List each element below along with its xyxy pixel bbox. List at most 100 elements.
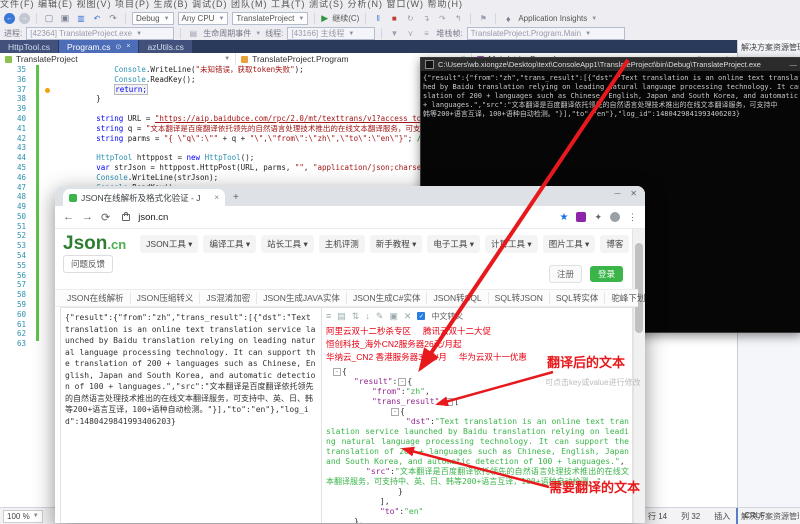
chinese-escape-checkbox[interactable]: ✓ bbox=[417, 312, 426, 320]
chevron-down-icon: ▼ bbox=[585, 30, 592, 37]
json-tool-tab[interactable]: JSON转SQL bbox=[427, 292, 489, 304]
collapse-toggle-icon[interactable]: - bbox=[445, 398, 454, 406]
panel-tool-icon[interactable]: ▣ bbox=[389, 311, 398, 322]
browser-menu-icon[interactable]: ⋮ bbox=[628, 212, 637, 223]
register-button[interactable]: 注册 bbox=[548, 265, 582, 283]
ad-link[interactable]: 阿里云双十二秒杀专区 bbox=[326, 326, 411, 336]
ad-link[interactable]: 恒创科技_海外CN2服务器26元/月起 bbox=[326, 339, 462, 349]
panel-tool-icon[interactable]: ↓ bbox=[365, 311, 370, 321]
ad-link[interactable]: 腾讯云双十二大促 bbox=[423, 326, 491, 336]
json-tool-tab[interactable]: 驼峰下划线互转 bbox=[605, 292, 645, 304]
browser-tab[interactable]: JSON在线解析及格式化验证 - J × bbox=[63, 189, 225, 206]
bookmark-star-icon[interactable]: ★ bbox=[559, 212, 568, 223]
close-icon[interactable]: ✕ bbox=[630, 189, 637, 198]
redo-icon[interactable]: ↷ bbox=[107, 13, 119, 25]
tab-pin-icon[interactable]: ⊙ bbox=[116, 43, 122, 51]
step-into-icon[interactable]: ↴ bbox=[420, 13, 432, 25]
restart-icon[interactable]: ↻ bbox=[404, 13, 416, 25]
collapse-toggle-icon[interactable]: - bbox=[333, 368, 341, 376]
json-tool-tab[interactable]: JSON生成JAVA实体 bbox=[257, 292, 347, 304]
navigate-forward-icon[interactable]: → bbox=[19, 13, 30, 24]
filter-icon[interactable]: ▼ bbox=[388, 28, 400, 40]
editor-zoom-dropdown[interactable]: 100 % ▼ bbox=[3, 509, 43, 523]
profile-avatar[interactable] bbox=[610, 212, 620, 222]
save-icon[interactable]: ▥ bbox=[75, 13, 87, 25]
forward-icon[interactable]: → bbox=[82, 211, 93, 223]
json-tool-tab[interactable]: JSON在线解析 bbox=[61, 292, 131, 304]
site-nav-item[interactable]: 博客 bbox=[600, 235, 630, 253]
panel-tool-icon[interactable]: ≡ bbox=[326, 311, 331, 321]
scrollbar-thumb[interactable] bbox=[635, 243, 643, 333]
doc-tab-azutils[interactable]: azUtils.cs bbox=[139, 40, 192, 53]
tab-close-icon[interactable]: × bbox=[126, 43, 130, 50]
solution-explorer-bottom-tab[interactable]: 解决方案资源管理器 bbox=[741, 511, 799, 522]
site-nav-item[interactable]: 新手教程 ▾ bbox=[369, 235, 423, 253]
login-button[interactable]: 登录 bbox=[589, 266, 623, 282]
minimize-icon[interactable]: ─ bbox=[615, 189, 621, 198]
step-out-icon[interactable]: ↰ bbox=[452, 13, 464, 25]
vs-menu-items[interactable]: 文件(F) 编辑(E) 视图(V) 项目(P) 生成(B) 调试(D) 团队(M… bbox=[0, 0, 463, 9]
tab-close-icon[interactable]: × bbox=[214, 193, 219, 202]
project-nav-dropdown[interactable]: TranslateProject ▼ bbox=[0, 53, 237, 65]
navigate-back-icon[interactable]: ← bbox=[4, 13, 15, 24]
ad-link[interactable]: 华为云双十一优惠 bbox=[459, 352, 527, 362]
site-nav-item[interactable]: 主机评测 bbox=[318, 235, 365, 253]
json-tool-tab[interactable]: JSON生成C#实体 bbox=[347, 292, 428, 304]
json-tree-view[interactable]: -{"result": -{"from":"zh", "trans_result":… bbox=[326, 367, 629, 523]
site-nav-item[interactable]: 电子工具 ▾ bbox=[427, 235, 481, 253]
panel-tool-icon[interactable]: ✎ bbox=[376, 311, 384, 322]
undo-icon[interactable]: ↶ bbox=[91, 13, 103, 25]
ssl-lock-icon[interactable] bbox=[122, 211, 131, 221]
site-nav-item[interactable]: JSON工具 ▾ bbox=[140, 235, 199, 253]
json-tool-tab[interactable]: JS混淆加密 bbox=[200, 292, 258, 304]
startup-project-dropdown[interactable]: TranslateProject ▼ bbox=[232, 12, 309, 25]
raw-json-text[interactable]: {"result":{"from":"zh","trans_result":[{… bbox=[65, 312, 317, 427]
reload-icon[interactable]: ⟳ bbox=[101, 211, 110, 224]
process-dropdown[interactable]: [42364] TranslateProject.exe ▼ bbox=[26, 27, 175, 40]
new-file-icon[interactable]: ▢ bbox=[43, 13, 55, 25]
site-nav-item[interactable]: 站长工具 ▾ bbox=[261, 235, 314, 253]
list-icon[interactable]: ≡ bbox=[420, 28, 432, 40]
collapse-toggle-icon[interactable]: - bbox=[398, 378, 407, 386]
bookmark-icon[interactable]: ⚑ bbox=[477, 13, 489, 25]
lifecycle-events-button[interactable]: 生命周期事件 bbox=[203, 28, 251, 39]
site-logo[interactable]: Json.cn bbox=[63, 233, 126, 255]
break-all-icon[interactable]: ‖ bbox=[372, 13, 384, 25]
site-nav-item[interactable]: 图片工具 ▾ bbox=[542, 235, 596, 253]
doc-tab-httptool[interactable]: HttpTool.cs bbox=[0, 40, 59, 53]
json-tool-tab[interactable]: SQL转JSON bbox=[489, 292, 550, 304]
flag-filter-icon[interactable]: ⋎ bbox=[404, 28, 416, 40]
open-file-icon[interactable]: ▣ bbox=[59, 13, 71, 25]
thread-dropdown[interactable]: [43166] 主线程 ▼ bbox=[287, 27, 376, 40]
lifecycle-events-icon[interactable]: ▤ bbox=[187, 28, 199, 40]
continue-icon[interactable]: ▶ bbox=[321, 13, 328, 24]
address-bar[interactable]: json.cn bbox=[138, 212, 168, 223]
stack-frame-dropdown[interactable]: TranslateProject.Program.Main ▼ bbox=[466, 27, 625, 40]
panel-tool-icon[interactable]: ▤ bbox=[337, 311, 346, 322]
panel-tool-icon[interactable]: ✕ bbox=[404, 311, 412, 322]
json-tool-tab[interactable]: SQL转实体 bbox=[550, 292, 606, 304]
site-nav-item[interactable]: 计算工具 ▾ bbox=[485, 235, 538, 253]
raw-json-pane[interactable]: {"result":{"from":"zh","trans_result":[{… bbox=[61, 308, 322, 523]
toolbar-separator bbox=[314, 13, 316, 24]
collapse-toggle-icon[interactable]: - bbox=[391, 408, 399, 416]
ad-link[interactable]: 华纳云_CN2 香港服务器32元/月 bbox=[326, 352, 447, 362]
minimize-icon[interactable]: — bbox=[784, 60, 798, 69]
feedback-button[interactable]: 问题反馈 bbox=[63, 255, 114, 273]
panel-tool-icon[interactable]: ⇅ bbox=[352, 311, 360, 322]
json-tool-tab[interactable]: JSON压缩转义 bbox=[131, 292, 201, 304]
site-nav-item[interactable]: 编译工具 ▾ bbox=[203, 235, 257, 253]
new-tab-button[interactable]: + bbox=[233, 192, 239, 203]
stop-debug-icon[interactable]: ■ bbox=[388, 13, 400, 25]
back-icon[interactable]: ← bbox=[63, 211, 74, 223]
app-insights-dropdown[interactable]: Application Insights bbox=[518, 14, 587, 23]
continue-button[interactable]: 继续(C) bbox=[332, 13, 359, 24]
extensions-puzzle-icon[interactable]: ✦ bbox=[594, 212, 602, 223]
step-over-icon[interactable]: ↷ bbox=[436, 13, 448, 25]
debug-config-dropdown[interactable]: Debug ▼ bbox=[132, 12, 174, 25]
doc-tab-program[interactable]: Program.cs ⊙ × bbox=[59, 40, 139, 53]
platform-dropdown[interactable]: Any CPU ▼ bbox=[177, 12, 229, 25]
extension-icon[interactable] bbox=[576, 212, 587, 222]
console-title-bar[interactable]: C:\Users\wb.xiongze\Desktop\text\Console… bbox=[421, 58, 800, 71]
toolbar-separator bbox=[495, 13, 497, 24]
